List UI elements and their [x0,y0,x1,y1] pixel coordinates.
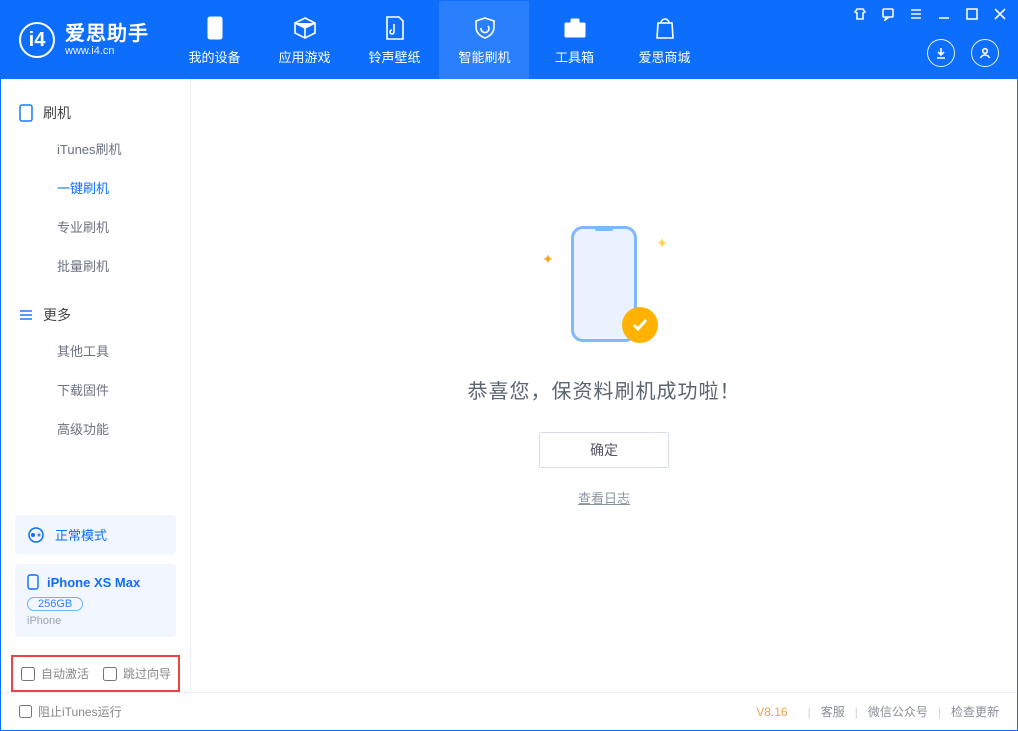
app-url: www.i4.cn [65,45,149,57]
account-button[interactable] [971,39,999,67]
feedback-icon[interactable] [879,5,897,23]
nav-label: 工具箱 [555,47,594,66]
skip-guide-checkbox[interactable]: 跳过向导 [103,665,171,682]
block-itunes-checkbox[interactable]: 阻止iTunes运行 [19,703,122,720]
window-controls [851,5,1009,23]
ok-button[interactable]: 确定 [539,432,669,468]
check-badge-icon [622,307,658,343]
checkbox-label: 跳过向导 [123,665,171,682]
device-info-box[interactable]: iPhone XS Max 256GB iPhone [15,564,176,637]
app-logo-block: i4 爱思助手 www.i4.cn [1,1,169,79]
music-file-icon [382,15,408,41]
nav-label: 我的设备 [188,47,240,66]
support-link[interactable]: 客服 [821,703,845,720]
nav-label: 智能刷机 [458,47,510,66]
check-update-link[interactable]: 检查更新 [951,703,999,720]
sidebar-item-download-firmware[interactable]: 下载固件 [1,370,190,409]
cube-icon [292,15,318,41]
sidebar-item-batch-flash[interactable]: 批量刷机 [1,246,190,285]
skip-guide-input[interactable] [103,667,117,681]
sidebar-item-itunes-flash[interactable]: iTunes刷机 [1,129,190,168]
block-itunes-input[interactable] [19,705,32,718]
download-button[interactable] [927,39,955,67]
sidebar-item-other-tools[interactable]: 其他工具 [1,331,190,370]
view-log-link[interactable]: 查看日志 [578,488,630,507]
status-bar: 阻止iTunes运行 V8.16 | 客服 | 微信公众号 | 检查更新 [1,692,1017,730]
sparkle-icon: ✦ [542,251,554,268]
sidebar-group-flash: 刷机 [1,97,190,129]
success-illustration: ✦ ✦ [544,219,664,349]
sidebar-group-more: 更多 [1,299,190,331]
sidebar-item-pro-flash[interactable]: 专业刷机 [1,207,190,246]
device-icon [27,574,39,590]
nav-label: 铃声壁纸 [368,47,420,66]
device-type: iPhone [27,615,164,627]
close-icon[interactable] [991,5,1009,23]
sparkle-icon: ✦ [656,235,668,252]
mode-label: 正常模式 [55,525,107,544]
sidebar-item-onekey-flash[interactable]: 一键刷机 [1,168,190,207]
minimize-icon[interactable] [935,5,953,23]
sidebar-item-advanced[interactable]: 高级功能 [1,409,190,448]
checkbox-label: 阻止iTunes运行 [38,703,122,720]
app-logo-icon: i4 [19,22,55,58]
maximize-icon[interactable] [963,5,981,23]
sidebar-group-label: 刷机 [43,103,71,123]
skin-icon[interactable] [851,5,869,23]
title-bar: i4 爱思助手 www.i4.cn 我的设备 应用游戏 铃声壁纸 智能刷机 工具… [1,1,1017,79]
auto-activate-checkbox[interactable]: 自动激活 [21,665,89,682]
app-name: 爱思助手 [65,23,149,45]
main-panel: ✦ ✦ 恭喜您，保资料刷机成功啦！ 确定 查看日志 [191,79,1017,692]
version-label: V8.16 [756,705,787,719]
topbar-right-actions [927,39,999,67]
phone-icon [202,15,228,41]
device-capacity-badge: 256GB [27,597,83,611]
bag-icon [652,15,678,41]
nav-label: 爱思商城 [638,47,690,66]
auto-activate-input[interactable] [21,667,35,681]
success-message: 恭喜您，保资料刷机成功啦！ [468,375,741,404]
sidebar: 刷机 iTunes刷机 一键刷机 专业刷机 批量刷机 更多 其他工具 下载固件 … [1,79,191,692]
main-nav: 我的设备 应用游戏 铃声壁纸 智能刷机 工具箱 爱思商城 [169,1,709,79]
checkbox-label: 自动激活 [41,665,89,682]
menu-icon[interactable] [907,5,925,23]
nav-my-device[interactable]: 我的设备 [169,1,259,79]
nav-ring-wallpaper[interactable]: 铃声壁纸 [349,1,439,79]
device-name: iPhone XS Max [47,575,140,590]
nav-label: 应用游戏 [278,47,330,66]
toolbox-icon [562,15,588,41]
nav-smart-flash[interactable]: 智能刷机 [439,1,529,79]
footer-links: | 客服 | 微信公众号 | 检查更新 [808,703,999,720]
sidebar-group-label: 更多 [43,305,71,325]
mode-icon [27,526,45,544]
flash-options-row: 自动激活 跳过向导 [11,655,180,692]
wechat-link[interactable]: 微信公众号 [868,703,928,720]
nav-apps-games[interactable]: 应用游戏 [259,1,349,79]
nav-store[interactable]: 爱思商城 [619,1,709,79]
device-mode-box[interactable]: 正常模式 [15,515,176,554]
nav-toolbox[interactable]: 工具箱 [529,1,619,79]
shield-refresh-icon [472,15,498,41]
